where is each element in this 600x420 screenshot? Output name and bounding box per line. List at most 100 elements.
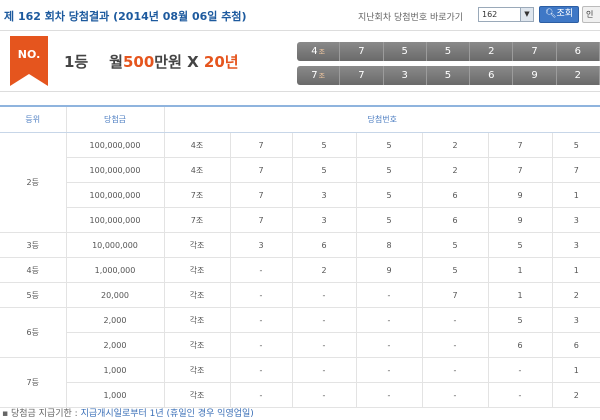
digit-cell: 5 — [356, 207, 423, 233]
rank-cell: 5등 — [0, 282, 67, 308]
digit-cell: 2 — [552, 282, 600, 308]
jo-cell: 4조 — [164, 157, 231, 183]
digit-cell: 1 — [488, 282, 553, 308]
digit-cell: 7 — [488, 157, 553, 183]
table-row: 100,000,000 7조 7 3 5 6 9 3 — [0, 207, 600, 233]
digit-cell: - — [230, 282, 293, 308]
prize-cell: 1,000 — [66, 382, 165, 408]
table-row: 6등 2,000 각조 - - - -5 3 — [0, 307, 600, 358]
winning-digit: 5 — [426, 42, 471, 61]
digit-cell: - — [356, 382, 423, 408]
winning-digit: 6 — [556, 42, 600, 61]
rank-cell: 7등 — [0, 357, 67, 408]
payout-deadline-label: ▪ 당첨금 지급기한 : — [2, 409, 78, 419]
digit-cell: 6 — [292, 232, 357, 258]
chevron-down-icon[interactable]: ▼ — [520, 8, 533, 21]
jo-cell: 4조 — [164, 132, 231, 158]
jo-cell: 각조 — [164, 382, 231, 408]
digit-cell: 5 — [488, 232, 553, 258]
rank-cell: 2등 — [0, 132, 67, 233]
winning-digit: 2 — [556, 66, 600, 85]
col-numbers-header: 당첨번호 — [164, 105, 600, 133]
digit-cell: 3 — [552, 232, 600, 258]
round-select[interactable]: 162 ▼ — [478, 7, 534, 22]
digit-cell: 5 — [356, 132, 423, 158]
search-button-label: 조회 — [556, 9, 573, 19]
table-row: 3등 10,000,000 각조 3 6 8 5 5 3 — [0, 232, 600, 258]
digit-cell: 3 — [292, 182, 357, 208]
first-prize-rank: 1등 — [64, 53, 89, 71]
digit-cell: - — [292, 332, 357, 358]
digit-cell: 6 — [422, 207, 489, 233]
digit-cell: 2 — [422, 132, 489, 158]
digit-cell: - — [422, 332, 489, 358]
prize-cell: 100,000,000 — [66, 182, 165, 208]
print-button[interactable]: 인 — [582, 6, 600, 23]
digit-cell: 7 — [230, 132, 293, 158]
first-prize-amount: 500 — [122, 53, 155, 71]
first-prize-years: 20년 — [203, 53, 239, 71]
digit-cell: 5 — [292, 132, 357, 158]
badge-label: NO. — [18, 48, 41, 61]
winning-digit: 3 — [383, 66, 427, 85]
jo-cell: 각조 — [164, 357, 231, 383]
print-button-label: 인 — [586, 10, 594, 19]
digit-cell: - — [230, 307, 293, 333]
search-icon: 🔍︎ — [545, 9, 557, 19]
digit-cell: 7 — [552, 157, 600, 183]
digit-cell: 3 — [552, 207, 600, 233]
winning-jo: 7조 — [297, 66, 341, 85]
digit-cell: 6 — [422, 182, 489, 208]
digit-cell: - — [292, 282, 357, 308]
digit-cell: 1 — [552, 257, 600, 283]
jo-cell: 각조 — [164, 307, 231, 333]
digit-cell: - — [292, 307, 357, 333]
prize-cell: 100,000,000 — [66, 132, 165, 158]
digit-cell: 5 — [356, 182, 423, 208]
digit-cell: 6 — [488, 332, 553, 358]
jo-cell: 7조 — [164, 207, 231, 233]
first-prize-text: 1등 월500만원 X 20년 — [64, 51, 239, 72]
table-row: 4등 1,000,000 각조 -2 9 5 1 1 — [0, 257, 600, 283]
digit-cell: - — [230, 332, 293, 358]
winning-numbers: 4조 7 5 5 2 7 6 7조 7 3 5 6 9 2 — [297, 42, 600, 90]
winning-digit: 6 — [470, 66, 514, 85]
digit-cell: 7 — [230, 182, 293, 208]
search-button[interactable]: 🔍︎조회 — [539, 6, 579, 23]
digit-cell: 7 — [230, 157, 293, 183]
digit-cell: 1 — [552, 357, 600, 383]
digit-cell: 6 — [552, 332, 600, 358]
digit-cell: 2 — [422, 157, 489, 183]
payout-deadline-value: 지급개시일로부터 1년 (휴일인 경우 익영업일) — [80, 409, 254, 419]
digit-cell: 2 — [552, 382, 600, 408]
digit-cell: 8 — [356, 232, 423, 258]
digit-cell: - — [230, 357, 293, 383]
digit-cell: 5 — [422, 257, 489, 283]
col-prize-header: 당첨금 — [66, 105, 165, 133]
digit-cell: - — [422, 307, 489, 333]
digit-cell: 3 — [292, 207, 357, 233]
prize-cell: 2,000 — [66, 332, 165, 358]
rank-cell: 6등 — [0, 307, 67, 358]
prize-cell: 20,000 — [66, 282, 165, 308]
digit-cell: 3 — [230, 232, 293, 258]
digit-cell: - — [230, 257, 293, 283]
digit-cell: - — [356, 332, 423, 358]
digit-cell: - — [356, 307, 423, 333]
digit-cell: 9 — [356, 257, 423, 283]
table-row: 5등 20,000 각조 - - -7 1 2 — [0, 282, 600, 308]
payout-deadline-note: ▪ 당첨금 지급기한 : 지급개시일로부터 1년 (휴일인 경우 익영업일) — [2, 406, 254, 419]
rank-cell: 3등 — [0, 232, 67, 258]
digit-cell: 5 — [292, 157, 357, 183]
winning-number-row: 7조 7 3 5 6 9 2 — [297, 66, 600, 85]
digit-cell: 5 — [552, 132, 600, 158]
digit-cell: 7 — [488, 132, 553, 158]
table-header-row: 등위 당첨금 당첨번호 — [0, 105, 600, 133]
digit-cell: 2 — [292, 257, 357, 283]
winning-jo: 4조 — [297, 42, 341, 61]
digit-cell: - — [488, 382, 553, 408]
digit-cell: - — [356, 282, 423, 308]
prize-cell: 100,000,000 — [66, 207, 165, 233]
table-row: 2등 100,000,000 4조 7 5 5 2 7 5 — [0, 132, 600, 233]
winning-digit: 7 — [513, 42, 557, 61]
